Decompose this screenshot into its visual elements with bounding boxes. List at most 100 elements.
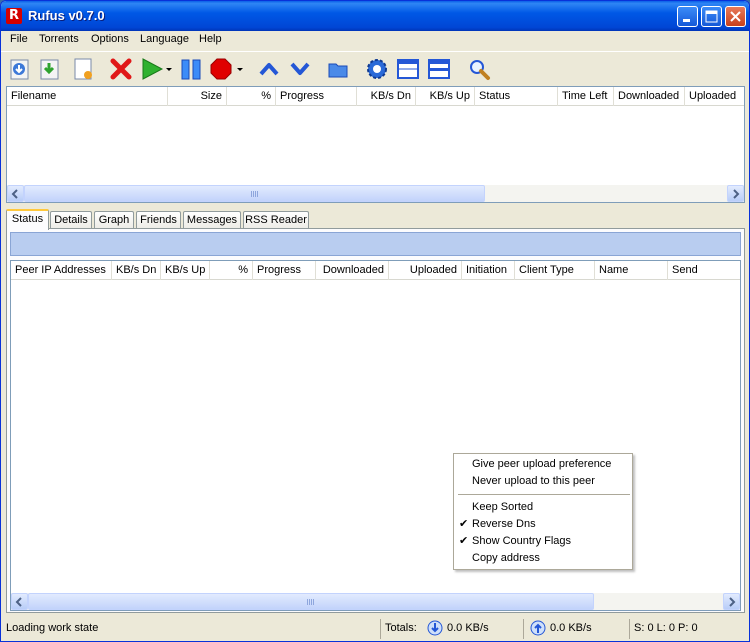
menu-keep-sorted[interactable]: Keep Sorted	[455, 499, 631, 516]
move-down-button[interactable]	[288, 57, 312, 81]
scroll-thumb[interactable]	[28, 593, 594, 610]
col-client-type[interactable]: Client Type	[515, 261, 595, 280]
col-downloaded[interactable]: Downloaded	[614, 87, 685, 106]
download-rate-value: 0.0 KB/s	[447, 622, 489, 634]
col-size[interactable]: Size	[168, 87, 227, 106]
grip-icon	[307, 599, 315, 605]
grip-icon	[250, 191, 259, 197]
col-filename[interactable]: Filename	[7, 87, 168, 106]
title-bar[interactable]: R Rufus v0.7.0	[1, 1, 749, 31]
close-button[interactable]	[725, 6, 746, 27]
move-down-icon	[290, 62, 310, 75]
menu-item-label: Keep Sorted	[472, 501, 534, 513]
new-torrent-icon	[74, 58, 92, 80]
menu-torrents[interactable]: Torrents	[39, 33, 79, 45]
open-folder-icon	[328, 63, 348, 78]
close-icon	[730, 11, 741, 22]
new-torrent-button[interactable]	[72, 57, 96, 81]
add-torrent-icon	[10, 59, 29, 80]
minimize-icon	[683, 19, 690, 22]
col-peer-progress[interactable]: Progress	[253, 261, 316, 280]
tab-graph[interactable]: Graph	[94, 211, 134, 229]
col-peer-ip[interactable]: Peer IP Addresses	[11, 261, 112, 280]
stop-button[interactable]	[209, 57, 233, 81]
tab-friends[interactable]: Friends	[136, 211, 181, 229]
remove-button[interactable]	[109, 57, 133, 81]
tab-rss-reader[interactable]: RSS Reader	[243, 211, 309, 229]
app-window: R Rufus v0.7.0 File Torrents Options Lan…	[0, 0, 750, 642]
start-dropdown-button[interactable]	[164, 57, 174, 81]
totals-label: Totals:	[380, 619, 420, 639]
col-peer-kbs-up[interactable]: KB/s Up	[161, 261, 210, 280]
scroll-right-button[interactable]	[727, 185, 744, 202]
col-kbs-dn[interactable]: KB/s Dn	[357, 87, 416, 106]
col-peer-percent[interactable]: %	[210, 261, 253, 280]
layout-single-button[interactable]	[396, 57, 420, 81]
status-tab-page: Peer IP Addresses KB/s Dn KB/s Up % Prog…	[6, 228, 745, 613]
search-button[interactable]	[467, 57, 491, 81]
menu-file[interactable]: File	[10, 33, 28, 45]
tab-status[interactable]: Status	[6, 209, 49, 230]
peer-counts: S: 0 L: 0 P: 0	[629, 619, 747, 639]
col-peer-uploaded[interactable]: Uploaded	[389, 261, 462, 280]
status-bar: Loading work state Totals: 0.0 KB/s 0.0 …	[1, 616, 749, 641]
remove-icon	[110, 58, 132, 80]
dropdown-arrow-icon	[166, 68, 172, 71]
menu-item-label: Reverse Dns	[472, 518, 536, 530]
scroll-left-button[interactable]	[7, 185, 24, 202]
add-torrent-button[interactable]	[8, 57, 32, 81]
col-kbs-up[interactable]: KB/s Up	[416, 87, 475, 106]
col-percent[interactable]: %	[227, 87, 276, 106]
menu-show-country-flags[interactable]: ✔ Show Country Flags	[455, 533, 631, 550]
peer-list-hscrollbar[interactable]	[11, 593, 740, 610]
col-time-left[interactable]: Time Left	[558, 87, 614, 106]
pause-button[interactable]	[179, 57, 203, 81]
col-progress[interactable]: Progress	[276, 87, 357, 106]
maximize-icon	[705, 10, 718, 23]
scroll-left-button[interactable]	[11, 593, 28, 610]
menu-help[interactable]: Help	[199, 33, 222, 45]
start-button[interactable]	[140, 57, 164, 81]
menu-reverse-dns[interactable]: ✔ Reverse Dns	[455, 516, 631, 533]
col-peer-downloaded[interactable]: Downloaded	[316, 261, 389, 280]
menu-copy-address[interactable]: Copy address	[455, 550, 631, 567]
col-uploaded[interactable]: Uploaded	[685, 87, 744, 106]
torrent-list-hscrollbar[interactable]	[7, 185, 744, 202]
scroll-thumb[interactable]	[24, 185, 485, 202]
open-folder-button[interactable]	[326, 57, 350, 81]
checkmark-icon: ✔	[459, 535, 469, 547]
peer-context-menu: Give peer upload preference Never upload…	[453, 453, 633, 570]
window-title: Rufus v0.7.0	[28, 8, 105, 23]
move-up-button[interactable]	[257, 57, 281, 81]
tab-messages[interactable]: Messages	[183, 211, 241, 229]
chevron-left-icon	[15, 597, 22, 607]
tab-details[interactable]: Details	[50, 211, 92, 229]
checkmark-icon: ✔	[459, 518, 469, 530]
total-download-rate: 0.0 KB/s	[421, 619, 521, 639]
menu-give-upload-preference[interactable]: Give peer upload preference	[455, 456, 631, 473]
minimize-button[interactable]	[677, 6, 698, 27]
add-torrent-url-button[interactable]	[38, 57, 62, 81]
chevron-left-icon	[11, 189, 18, 199]
col-send[interactable]: Send	[668, 261, 740, 280]
menu-bar: File Torrents Options Language Help	[1, 31, 749, 50]
toolbar	[1, 51, 749, 85]
col-status[interactable]: Status	[475, 87, 558, 106]
col-peer-kbs-dn[interactable]: KB/s Dn	[112, 261, 161, 280]
upload-arrow-icon	[530, 620, 546, 636]
stop-dropdown-button[interactable]	[235, 57, 245, 81]
torrent-list[interactable]: Filename Size % Progress KB/s Dn KB/s Up…	[6, 86, 745, 203]
total-upload-rate: 0.0 KB/s	[523, 619, 623, 639]
layout-split-button[interactable]	[427, 57, 451, 81]
layout-split-icon	[428, 59, 450, 79]
scroll-right-button[interactable]	[723, 593, 740, 610]
menu-options[interactable]: Options	[91, 33, 129, 45]
col-initiation[interactable]: Initiation	[462, 261, 515, 280]
maximize-button[interactable]	[701, 6, 722, 27]
chevron-right-icon	[733, 189, 740, 199]
menu-never-upload[interactable]: Never upload to this peer	[455, 473, 631, 490]
move-up-icon	[259, 63, 279, 76]
menu-language[interactable]: Language	[140, 33, 189, 45]
settings-button[interactable]	[365, 57, 389, 81]
col-name[interactable]: Name	[595, 261, 668, 280]
